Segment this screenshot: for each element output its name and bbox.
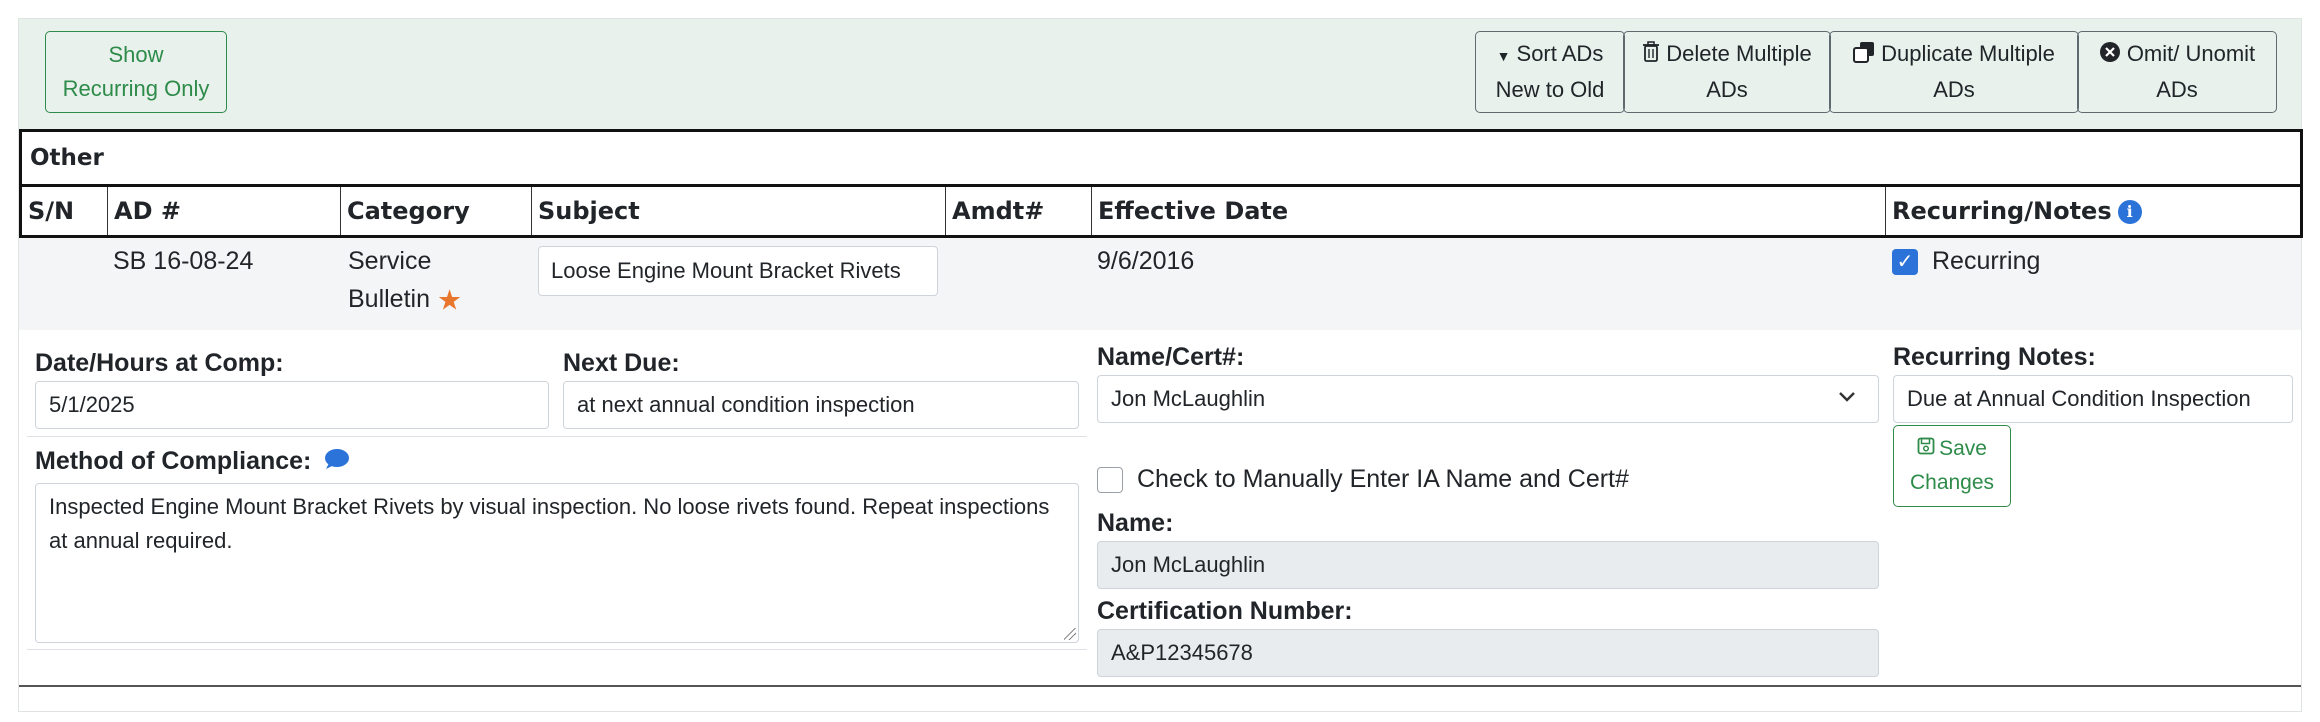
info-icon[interactable]: i — [2117, 200, 2142, 224]
col-recurring-notes: Recurring/Notes i — [1885, 187, 2300, 235]
recurring-notes-label: Recurring Notes: — [1893, 343, 2096, 371]
duplicate-label-line1: Duplicate Multiple — [1881, 41, 2055, 67]
manual-entry-checkbox-row: Check to Manually Enter IA Name and Cert… — [1097, 465, 1629, 494]
method-of-compliance-textarea[interactable]: Inspected Engine Mount Bracket Rivets by… — [35, 483, 1079, 643]
trash-icon — [1642, 39, 1660, 73]
duplicate-multiple-button[interactable]: Duplicate Multiple ADs — [1829, 31, 2079, 113]
manual-entry-checkbox[interactable] — [1097, 467, 1123, 494]
omit-label-line2: ADs — [2156, 76, 2198, 102]
date-hours-label: Date/Hours at Comp: — [35, 349, 284, 377]
col-amdt: Amdt# — [945, 187, 1091, 235]
col-ad-number: AD # — [107, 187, 340, 235]
chat-icon[interactable] — [324, 448, 350, 477]
copy-icon — [1853, 39, 1875, 73]
recurring-checkbox[interactable]: ✓ — [1892, 249, 1918, 276]
subject-field[interactable]: Loose Engine Mount Bracket Rivets — [538, 246, 938, 296]
cert-number-label: Certification Number: — [1097, 597, 1353, 625]
save-changes-button[interactable]: Save Changes — [1893, 425, 2011, 507]
date-hours-input[interactable]: 5/1/2025 — [35, 381, 549, 429]
ad-panel: Show Recurring Only ▼ Sort ADs New to Old… — [18, 18, 2303, 712]
effective-date-cell: 9/6/2016 — [1097, 247, 1195, 275]
table-row: SB 16-08-24 Service Bulletin ★ Loose Eng… — [19, 238, 2301, 330]
save-label-line1: Save — [1939, 436, 1987, 460]
ad-number-cell: SB 16-08-24 — [113, 247, 254, 275]
sort-ads-button[interactable]: ▼ Sort ADs New to Old — [1475, 31, 1625, 113]
recurring-label: Recurring — [1932, 247, 2041, 275]
duplicate-label-line2: ADs — [1933, 76, 1975, 102]
col-subject: Subject — [531, 187, 945, 235]
column-header-row: S/N AD # Category Subject Amdt# Effectiv… — [19, 184, 2303, 238]
name-cert-label: Name/Cert#: — [1097, 343, 1245, 371]
save-icon — [1917, 432, 1935, 466]
method-of-compliance-label: Method of Compliance: — [35, 447, 350, 477]
name-cert-select[interactable]: Jon McLaughlin — [1097, 375, 1879, 423]
divider — [27, 649, 1087, 650]
delete-multiple-button[interactable]: Delete Multiple ADs — [1623, 31, 1831, 113]
cert-number-input[interactable]: A&P12345678 — [1097, 629, 1879, 677]
omit-unomit-button[interactable]: Omit/ Unomit ADs — [2077, 31, 2277, 113]
col-effective-date: Effective Date — [1091, 187, 1885, 235]
toolbar: Show Recurring Only ▼ Sort ADs New to Old… — [19, 19, 2301, 129]
resize-handle[interactable] — [1064, 628, 1076, 640]
divider — [27, 436, 1087, 437]
next-due-input[interactable]: at next annual condition inspection — [563, 381, 1079, 429]
omit-label-line1: Omit/ Unomit — [2126, 41, 2256, 67]
name-input[interactable]: Jon McLaughlin — [1097, 541, 1879, 589]
x-circle-icon — [2099, 39, 2121, 73]
delete-label-line2: ADs — [1706, 76, 1748, 102]
recurring-notes-input[interactable]: Due at Annual Condition Inspection — [1893, 375, 2293, 423]
method-label-text: Method of Compliance: — [35, 447, 312, 475]
category-cell: Service Bulletin ★ — [348, 242, 462, 319]
row-bottom-rule — [19, 685, 2301, 687]
category-line1: Service — [348, 247, 432, 275]
name-label: Name: — [1097, 509, 1174, 537]
delete-label-line1: Delete Multiple — [1666, 41, 1812, 67]
chevron-down-icon — [1838, 390, 1856, 408]
section-title: Other — [19, 129, 2303, 184]
next-due-label: Next Due: — [563, 349, 680, 377]
sort-label-line1: Sort ADs — [1516, 41, 1604, 67]
caret-down-icon: ▼ — [1496, 47, 1511, 64]
col-sn: S/N — [28, 197, 75, 225]
recurring-cell: ✓ Recurring — [1892, 242, 2040, 280]
col-category: Category — [340, 187, 531, 235]
sort-label-line2: New to Old — [1495, 76, 1605, 102]
save-label-line2: Changes — [1909, 471, 1995, 495]
manual-entry-label: Check to Manually Enter IA Name and Cert… — [1137, 465, 1629, 493]
category-line2: Bulletin — [348, 285, 430, 313]
method-text: Inspected Engine Mount Bracket Rivets by… — [49, 494, 1050, 553]
col-recurring-notes-label: Recurring/Notes — [1892, 197, 2112, 225]
show-recurring-only-button[interactable]: Show Recurring Only — [45, 31, 227, 113]
name-cert-value: Jon McLaughlin — [1111, 386, 1266, 411]
star-icon: ★ — [436, 284, 463, 316]
